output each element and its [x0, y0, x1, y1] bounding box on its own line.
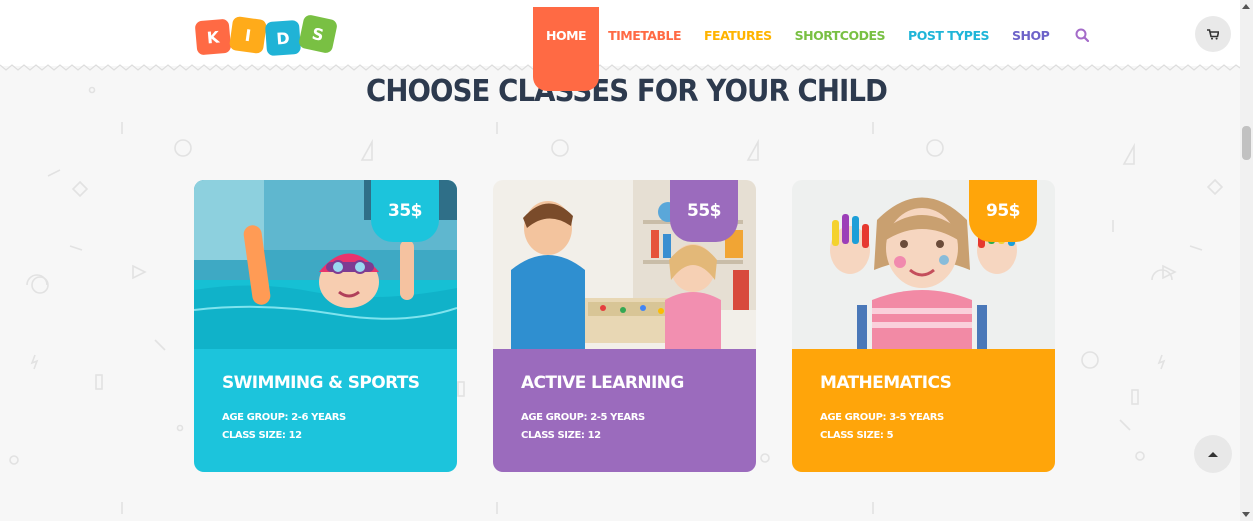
class-size: CLASS SIZE: 5: [820, 430, 894, 441]
price-tag: 55$: [670, 180, 738, 242]
class-name[interactable]: ACTIVE LEARNING: [521, 373, 684, 393]
cart-button[interactable]: [1195, 16, 1231, 52]
logo-letter-d: D: [264, 19, 302, 57]
scroll-down-arrow-icon[interactable]: [1242, 512, 1250, 517]
arrow-up-icon: [1208, 452, 1218, 457]
class-card-active-learning[interactable]: 55$ ACTIVE LEARNING AGE GROUP: 2-5 YEARS…: [493, 180, 756, 472]
header-zigzag-border: [0, 64, 1240, 71]
class-name[interactable]: SWIMMING & SPORTS: [222, 373, 420, 393]
class-size: CLASS SIZE: 12: [222, 430, 302, 441]
class-card-swimming[interactable]: 35$ SWIMMING & SPORTS AGE GROUP: 2-6 YEA…: [194, 180, 457, 472]
logo-letter-i: I: [228, 15, 268, 55]
section-title: CHOOSE CLASSES FOR YOUR CHILD: [365, 74, 888, 109]
site-header: K I D S HOME TIMETABLE FEATURES SHORTCOD…: [0, 0, 1240, 91]
kids-logo[interactable]: K I D S: [194, 13, 339, 58]
cart-icon: [1207, 28, 1219, 40]
back-to-top-button[interactable]: [1194, 435, 1232, 473]
price-tag: 35$: [371, 180, 439, 242]
main-nav: HOME TIMETABLE FEATURES SHORTCODES POST …: [533, 0, 1090, 91]
logo-letter-s: S: [297, 13, 339, 55]
age-group: AGE GROUP: 2-6 YEARS: [222, 412, 346, 423]
nav-item-shop[interactable]: SHOP: [1012, 28, 1050, 43]
price-tag: 95$: [969, 180, 1037, 242]
search-icon[interactable]: [1075, 27, 1090, 46]
card-body: ACTIVE LEARNING AGE GROUP: 2-5 YEARS CLA…: [493, 349, 756, 472]
class-name[interactable]: MATHEMATICS: [820, 373, 952, 393]
age-group: AGE GROUP: 3-5 YEARS: [820, 412, 944, 423]
nav-item-post-types[interactable]: POST TYPES: [908, 28, 989, 43]
nav-item-home[interactable]: HOME: [533, 7, 600, 91]
card-body: SWIMMING & SPORTS AGE GROUP: 2-6 YEARS C…: [194, 349, 457, 472]
class-size: CLASS SIZE: 12: [521, 430, 601, 441]
scroll-up-arrow-icon[interactable]: [1242, 4, 1250, 9]
nav-item-shortcodes[interactable]: SHORTCODES: [795, 28, 886, 43]
vertical-scrollbar[interactable]: [1240, 0, 1253, 521]
nav-item-features[interactable]: FEATURES: [704, 28, 772, 43]
age-group: AGE GROUP: 2-5 YEARS: [521, 412, 645, 423]
scrollbar-thumb[interactable]: [1242, 126, 1251, 160]
class-card-mathematics[interactable]: 95$ MATHEMATICS AGE GROUP: 3-5 YEARS CLA…: [792, 180, 1055, 472]
logo-letter-k: K: [194, 18, 232, 56]
nav-item-timetable[interactable]: TIMETABLE: [608, 28, 681, 43]
card-body: MATHEMATICS AGE GROUP: 3-5 YEARS CLASS S…: [792, 349, 1055, 472]
